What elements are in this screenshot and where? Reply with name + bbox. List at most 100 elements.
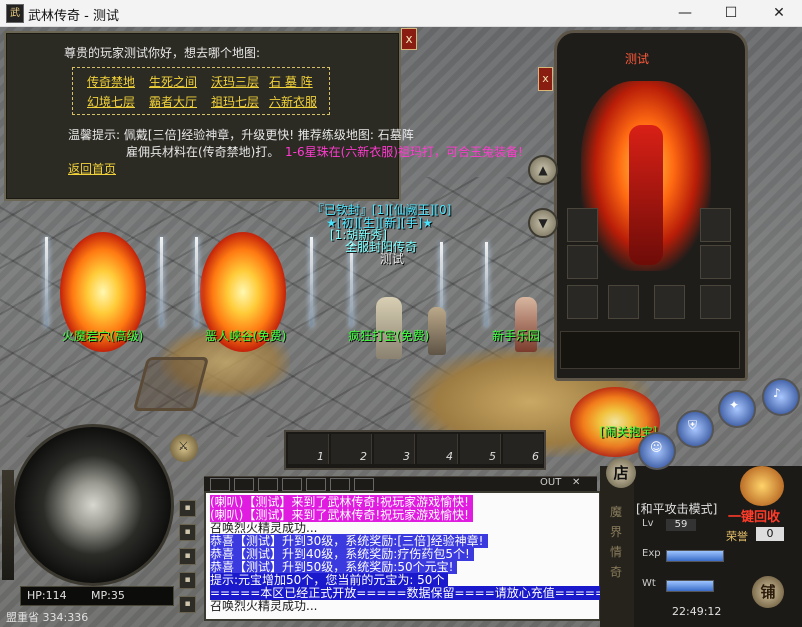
arrow-down-icon: ▼ [538, 216, 548, 230]
equip-slot-bracelet-left[interactable] [567, 245, 598, 279]
close-char-panel-button[interactable]: x [538, 67, 553, 91]
chat-channel-button[interactable] [330, 478, 350, 491]
map-link-stone-tomb[interactable]: 石 墓 阵 [269, 73, 313, 90]
equip-slot-boots[interactable] [654, 285, 685, 319]
npc-name-newbie-park: 新手乐园 [492, 329, 541, 343]
map-link-life-death[interactable]: 生死之间 [149, 73, 197, 90]
location-readout: 盟重省 334:336 [6, 611, 89, 624]
map-link-new-clothes[interactable]: 六新衣服 [269, 93, 317, 110]
status-panel: 魔 界 情 奇 [和平攻击模式] Lv 59 Exp Wt 一键回收 荣誉 0 … [600, 466, 802, 627]
map-link-forbidden-land[interactable]: 传奇禁地 [87, 73, 135, 90]
teleport-dialog: 尊贵的玩家测试你好，想去哪个地图: 传奇禁地 生死之间 沃玛三层 石 墓 阵 幻… [4, 31, 523, 201]
hotbar-slot[interactable]: 4 [417, 434, 458, 464]
chat-channel-button[interactable] [234, 478, 254, 491]
equip-slot-ring-left[interactable] [567, 285, 598, 319]
chat-line: 恭喜【测试】升到40级，系统奖励:疗伤药包5个! [210, 547, 474, 561]
chat-log[interactable]: (喇叭)【测试】来到了武林传奇!祝玩家游戏愉快! (喇叭)【测试】来到了武林传奇… [204, 491, 610, 621]
npc-name-fire-cave: 火魔岩穴(高级) [62, 329, 144, 343]
character-armor [629, 125, 663, 265]
chat-line: (喇叭)【测试】来到了武林传奇!祝玩家游戏愉快! [210, 495, 473, 509]
chat-line: (喇叭)【测试】来到了武林传奇!祝玩家游戏愉快! [210, 508, 473, 522]
hud-frame-left [2, 470, 14, 580]
side-banner-text: 魔 界 情 奇 [610, 505, 623, 579]
chat-line: 恭喜【测试】升到50级，系统奖励:50个元宝! [210, 560, 458, 574]
pawn-shop-button[interactable]: 铺 [752, 576, 784, 608]
minimize-button[interactable]: — [662, 0, 708, 26]
hotbar-slot[interactable]: 2 [331, 434, 372, 464]
hotbar-slot[interactable]: 3 [374, 434, 415, 464]
hotbar-slot[interactable]: 5 [460, 434, 501, 464]
light-pillar [195, 237, 198, 327]
side-banner: 魔 界 情 奇 [600, 466, 634, 627]
close-window-button[interactable]: ✕ [756, 0, 802, 26]
tip-line-1: 温馨提示: 佩戴[三倍]经验神章，升级更快! 推荐练级地图: 石墓阵 [68, 128, 414, 142]
equip-slot-belt[interactable] [608, 285, 639, 319]
light-pillar [485, 242, 488, 327]
back-home-link[interactable]: 返回首页 [68, 160, 116, 177]
level-value: 59 [666, 519, 696, 531]
friends-icon: ✦ [729, 398, 740, 412]
side-icon-5[interactable]: ▪ [179, 596, 196, 613]
sword-icon: ⚔ [178, 439, 189, 453]
group-button[interactable]: ☺ [638, 432, 676, 470]
equip-slot-ring-right[interactable] [700, 285, 731, 319]
one-key-recycle-label[interactable]: 一键回收 [728, 506, 780, 525]
hp-mp-orb [12, 424, 174, 586]
tip-highlight: 1-6星珠在(六新衣服)祖玛打，可合玉兔装备! [285, 145, 523, 159]
npc-guard[interactable] [428, 307, 446, 355]
window-title: 武林传奇 - 测试 [28, 9, 119, 24]
map-link-overlord-hall[interactable]: 霸者大厅 [149, 93, 197, 110]
chat-channel-button[interactable] [282, 478, 302, 491]
map-link-illusion-7[interactable]: 幻境七层 [87, 93, 135, 110]
pickup-button[interactable]: ⚔ [170, 434, 198, 462]
one-key-recycle-icon[interactable] [740, 466, 784, 506]
hotbar-slot[interactable]: 1 [288, 434, 329, 464]
guild-button[interactable]: ⛨ [676, 410, 714, 448]
chat-channel-button[interactable] [306, 478, 326, 491]
tip-line-2: 雇佣兵材料在(传奇禁地)打。 [126, 145, 280, 159]
map-link-woma-3[interactable]: 沃玛三层 [211, 73, 259, 90]
honor-label: 荣誉 [726, 530, 748, 543]
chat-channel-button[interactable] [210, 478, 230, 491]
weight-icon: Wt [642, 578, 656, 589]
chat-line: 恭喜【测试】升到30级，系统奖励:[三倍]经验神章! [210, 534, 488, 548]
equip-slot-bracelet-right[interactable] [700, 245, 731, 279]
app-icon: 武 [6, 4, 24, 23]
out-button[interactable]: OUT [540, 477, 561, 488]
chat-line: =====本区已经正式开放=====数据保留====请放心充值===== [210, 586, 610, 600]
map-link-zuma-7[interactable]: 祖玛七层 [211, 93, 259, 110]
chat-line: 提示:元宝增加50个，您当前的元宝为: 50个 [210, 573, 449, 587]
npc-name-crazy-treasure: 疯狂打宝(免费) [348, 329, 430, 343]
equip-slot-helmet[interactable] [700, 208, 731, 242]
character-panel: 测试 [554, 30, 748, 381]
side-icon-3[interactable]: ▪ [179, 548, 196, 565]
page-up-button[interactable]: ▲ [528, 155, 558, 185]
exp-icon: Exp [642, 548, 661, 559]
chat-toolbar: OUT ✕ [204, 476, 597, 492]
chat-close-icon[interactable]: ✕ [572, 477, 580, 488]
hp-mp-readout: HP:114 MP:35 [20, 586, 174, 606]
window-titlebar: 武 武林传奇 - 测试 — ☐ ✕ [0, 0, 802, 27]
chat-channel-button[interactable] [354, 478, 374, 491]
chat-channel-button[interactable] [258, 478, 278, 491]
mp-value: MP:35 [91, 589, 125, 602]
chat-line: 召唤烈火精灵成功... [210, 599, 318, 613]
hotbar-slot[interactable]: 6 [503, 434, 543, 464]
shop-button[interactable]: 店 [606, 458, 636, 488]
hp-value: HP:114 [27, 589, 67, 602]
chat-line: 召唤烈火精灵成功... [210, 521, 318, 535]
sound-button[interactable]: ♪ [762, 378, 800, 416]
side-icon-2[interactable]: ▪ [179, 524, 196, 541]
close-dialog-button[interactable]: x [401, 28, 417, 50]
speaker-icon: ♪ [773, 386, 781, 400]
attack-mode[interactable]: [和平攻击模式] [636, 500, 717, 517]
equip-slot-necklace[interactable] [567, 208, 598, 242]
maximize-button[interactable]: ☐ [708, 0, 754, 26]
exp-bar [666, 550, 724, 562]
npc-name-evil-valley: 恶人峡谷(免费) [205, 329, 287, 343]
page-down-button[interactable]: ▼ [528, 208, 558, 238]
side-icon-1[interactable]: ▪ [179, 500, 196, 517]
side-icon-4[interactable]: ▪ [179, 572, 196, 589]
friends-button[interactable]: ✦ [718, 390, 756, 428]
char-info-area [560, 331, 740, 369]
